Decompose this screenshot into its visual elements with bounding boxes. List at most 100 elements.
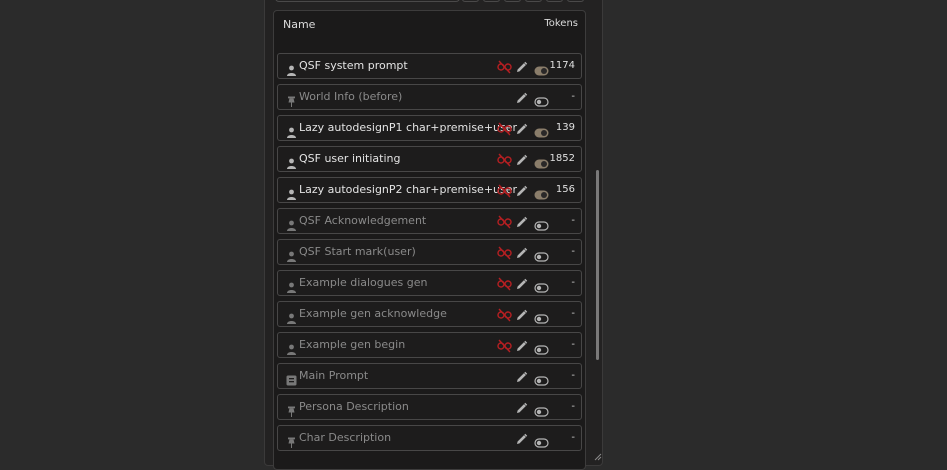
toggle-icon[interactable]: [534, 247, 549, 262]
prompt-name[interactable]: QSF system prompt: [299, 59, 408, 72]
prompt-row[interactable]: Persona Description -: [277, 394, 582, 420]
toolbar-strip: [275, 0, 585, 3]
resize-handle-icon[interactable]: [593, 452, 602, 461]
user-icon: [286, 61, 297, 76]
prompt-row[interactable]: QSF Start mark(user) -: [277, 239, 582, 265]
prompt-name[interactable]: Lazy autodesignP1 char+premise+user: [299, 121, 517, 134]
toggle-icon[interactable]: [534, 278, 549, 293]
edit-icon[interactable]: [515, 431, 528, 444]
pin-icon: [286, 92, 297, 107]
prompt-row[interactable]: Lazy autodesignP2 char+premise+user 156: [277, 177, 582, 203]
edit-icon[interactable]: [515, 369, 528, 382]
prompt-row[interactable]: Main Prompt -: [277, 363, 582, 389]
toggle-icon[interactable]: [534, 123, 549, 138]
edit-icon[interactable]: [515, 245, 528, 258]
user-icon: [286, 309, 297, 324]
toolbar-button[interactable]: [462, 0, 479, 2]
pin-icon: [286, 402, 297, 417]
toolbar-button[interactable]: [483, 0, 500, 2]
token-count: -: [571, 308, 575, 319]
prompt-row[interactable]: QSF user initiating 1852: [277, 146, 582, 172]
prompt-name[interactable]: QSF Start mark(user): [299, 245, 416, 258]
prompt-row[interactable]: QSF system prompt 1174: [277, 53, 582, 79]
unlink-icon[interactable]: [497, 276, 512, 291]
list-header: Name Tokens: [283, 18, 578, 34]
unlink-icon[interactable]: [497, 183, 512, 198]
pin-icon: [286, 433, 297, 448]
user-icon: [286, 340, 297, 355]
user-icon: [286, 216, 297, 231]
square-icon: [286, 371, 297, 386]
prompt-row[interactable]: World Info (before) -: [277, 84, 582, 110]
edit-icon[interactable]: [515, 59, 528, 72]
prompt-name[interactable]: QSF Acknowledgement: [299, 214, 426, 227]
unlink-icon[interactable]: [497, 121, 512, 136]
edit-icon[interactable]: [515, 338, 528, 351]
toggle-icon[interactable]: [534, 92, 549, 107]
prompt-row[interactable]: Example gen begin -: [277, 332, 582, 358]
token-count: 1852: [549, 153, 575, 164]
prompt-name[interactable]: QSF user initiating: [299, 152, 400, 165]
user-icon: [286, 278, 297, 293]
prompt-rows: QSF system prompt 1174 World Info (before)…: [277, 53, 582, 456]
toolbar-button[interactable]: [504, 0, 521, 2]
edit-icon[interactable]: [515, 276, 528, 289]
user-icon: [286, 123, 297, 138]
toolbar-button[interactable]: [546, 0, 563, 2]
user-icon: [286, 185, 297, 200]
edit-icon[interactable]: [515, 307, 528, 320]
prompt-row[interactable]: Char Description -: [277, 425, 582, 451]
unlink-icon[interactable]: [497, 307, 512, 322]
prompt-row[interactable]: Example gen acknowledge -: [277, 301, 582, 327]
prompt-name[interactable]: Example gen acknowledge: [299, 307, 447, 320]
toggle-icon[interactable]: [534, 216, 549, 231]
prompt-row[interactable]: Example dialogues gen -: [277, 270, 582, 296]
preset-select[interactable]: [275, 0, 460, 2]
edit-icon[interactable]: [515, 121, 528, 134]
toggle-icon[interactable]: [534, 433, 549, 448]
token-count: -: [571, 91, 575, 102]
scrollbar-thumb[interactable]: [596, 170, 599, 360]
unlink-icon[interactable]: [497, 338, 512, 353]
toggle-icon[interactable]: [534, 371, 549, 386]
prompt-name[interactable]: Char Description: [299, 431, 391, 444]
prompt-name[interactable]: Example gen begin: [299, 338, 405, 351]
unlink-icon[interactable]: [497, 59, 512, 74]
token-count: -: [571, 339, 575, 350]
edit-icon[interactable]: [515, 400, 528, 413]
token-count: -: [571, 215, 575, 226]
toggle-icon[interactable]: [534, 154, 549, 169]
token-count: -: [571, 432, 575, 443]
toolbar-button[interactable]: [567, 0, 584, 2]
prompt-name[interactable]: Persona Description: [299, 400, 409, 413]
token-count: 1174: [549, 60, 575, 71]
prompt-name[interactable]: Lazy autodesignP2 char+premise+user: [299, 183, 517, 196]
token-count: -: [571, 246, 575, 257]
toggle-icon[interactable]: [534, 185, 549, 200]
prompt-row[interactable]: QSF Acknowledgement -: [277, 208, 582, 234]
edit-icon[interactable]: [515, 183, 528, 196]
edit-icon[interactable]: [515, 214, 528, 227]
toggle-icon[interactable]: [534, 402, 549, 417]
user-icon: [286, 247, 297, 262]
unlink-icon[interactable]: [497, 245, 512, 260]
toggle-icon[interactable]: [534, 61, 549, 76]
toggle-icon[interactable]: [534, 309, 549, 324]
toggle-icon[interactable]: [534, 340, 549, 355]
edit-icon[interactable]: [515, 152, 528, 165]
toolbar-button[interactable]: [525, 0, 542, 2]
prompt-row[interactable]: Lazy autodesignP1 char+premise+user 139: [277, 115, 582, 141]
prompt-name[interactable]: Example dialogues gen: [299, 276, 427, 289]
token-count: -: [571, 277, 575, 288]
token-count: 156: [555, 184, 575, 195]
prompt-name[interactable]: World Info (before): [299, 90, 402, 103]
unlink-icon[interactable]: [497, 152, 512, 167]
edit-icon[interactable]: [515, 90, 528, 103]
token-count: 139: [555, 122, 575, 133]
user-icon: [286, 154, 297, 169]
token-count: -: [571, 370, 575, 381]
prompt-name[interactable]: Main Prompt: [299, 369, 368, 382]
name-column-header: Name: [283, 18, 316, 31]
unlink-icon[interactable]: [497, 214, 512, 229]
token-count: -: [571, 401, 575, 412]
